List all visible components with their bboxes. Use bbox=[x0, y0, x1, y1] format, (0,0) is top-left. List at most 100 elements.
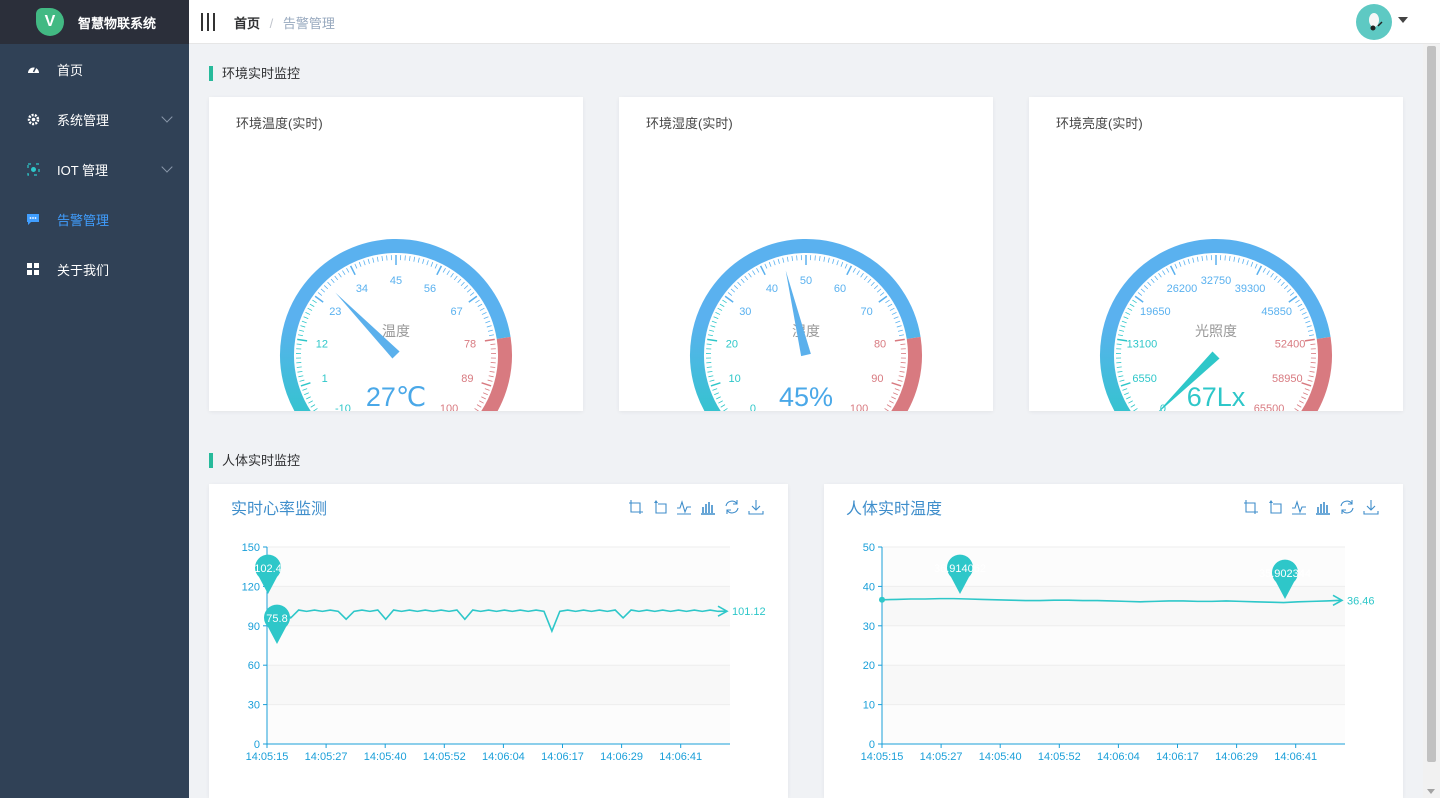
gear-icon bbox=[26, 112, 40, 126]
logo-bar: V 智慧物联系统 bbox=[0, 0, 189, 44]
gauge-tick-label: 89 bbox=[461, 373, 473, 385]
gauge-tick-label: 23 bbox=[329, 306, 341, 318]
y-tick-label: 0 bbox=[254, 739, 260, 751]
x-tick-label: 14:05:27 bbox=[920, 751, 963, 763]
y-tick-label: 150 bbox=[242, 542, 260, 554]
gauge-tick-label: 45850 bbox=[1261, 306, 1292, 318]
x-tick-label: 14:06:04 bbox=[1097, 751, 1140, 763]
gauge-tick-label: 80 bbox=[874, 338, 886, 350]
avatar[interactable] bbox=[1356, 4, 1392, 40]
iot-icon bbox=[26, 162, 40, 176]
x-tick-label: 14:06:29 bbox=[600, 751, 643, 763]
y-tick-label: 20 bbox=[863, 660, 875, 672]
breadcrumb-separator: / bbox=[269, 16, 274, 31]
gauge-tick-label: 65500 bbox=[1254, 403, 1285, 411]
breadcrumb-home[interactable]: 首页 bbox=[234, 16, 260, 31]
env-section-title: 环境实时监控 bbox=[209, 66, 300, 81]
chevron-down-icon bbox=[161, 161, 173, 173]
gauge-tick-label: 0 bbox=[750, 403, 756, 411]
gauge-value: 45% bbox=[779, 382, 833, 411]
gauge-tick-label: 78 bbox=[464, 338, 476, 350]
gauge-tick-label: 70 bbox=[861, 306, 873, 318]
y-tick-label: 0 bbox=[869, 739, 875, 751]
gauge-tick-label: 58950 bbox=[1272, 373, 1303, 385]
header: 首页 / 告警管理 bbox=[189, 0, 1440, 44]
y-tick-label: 90 bbox=[248, 621, 260, 633]
gauge-tick-label: 10 bbox=[729, 373, 741, 385]
body-section-title: 人体实时监控 bbox=[209, 453, 300, 468]
gauge-value: 27℃ bbox=[366, 382, 426, 411]
sidebar-item-3[interactable]: 告警管理 bbox=[0, 194, 189, 244]
sidebar-item-4[interactable]: 关于我们 bbox=[0, 244, 189, 294]
x-tick-label: 14:05:52 bbox=[1038, 751, 1081, 763]
body-temp-chart: 0 10 20 30 40 50 14:05:15 14:05:27 14:05:40 14:05… bbox=[861, 542, 1375, 763]
gauge-tick-label: 6550 bbox=[1132, 373, 1156, 385]
gauge-tick-label: 19650 bbox=[1140, 306, 1171, 318]
gauge-tick-label: 50 bbox=[800, 275, 812, 287]
sidebar-item-2[interactable]: IOT 管理 bbox=[0, 144, 189, 194]
heart-rate-card: 实时心率监测 0 30 60 90 120 150 14:05:15 14:05:27 14:0… bbox=[209, 484, 788, 798]
y-tick-label: 10 bbox=[863, 700, 875, 712]
x-tick-label: 14:06:41 bbox=[1274, 751, 1317, 763]
dashboard-icon bbox=[26, 62, 40, 76]
y-tick-label: 40 bbox=[863, 581, 875, 593]
gauge-tick-label: 1 bbox=[322, 373, 328, 385]
y-tick-label: 30 bbox=[248, 700, 260, 712]
page-scrollbar[interactable] bbox=[1423, 44, 1440, 798]
gauge-tick-label: 45 bbox=[390, 275, 402, 287]
sidebar-menu: 首页系统管理 IOT 管理 告警管理关于我们 bbox=[0, 44, 189, 294]
gauge-tick-label: 30 bbox=[739, 306, 751, 318]
x-tick-label: 14:05:40 bbox=[364, 751, 407, 763]
sidebar-item-1[interactable]: 系统管理 bbox=[0, 94, 189, 144]
gauge-tick-label: 20 bbox=[726, 338, 738, 350]
end-value-label: 101.12 bbox=[732, 606, 766, 618]
x-tick-label: 14:05:27 bbox=[305, 751, 348, 763]
hamburger-icon[interactable] bbox=[201, 13, 215, 31]
gauge-tick-label: 100 bbox=[850, 403, 868, 411]
gauge-name: 光照度 bbox=[1195, 323, 1237, 339]
svg-text:36.914062: 36.914062 bbox=[934, 563, 986, 575]
y-tick-label: 120 bbox=[242, 581, 260, 593]
x-tick-label: 14:06:41 bbox=[659, 751, 702, 763]
breadcrumb-current: 告警管理 bbox=[282, 16, 335, 31]
user-menu-caret-icon[interactable] bbox=[1398, 17, 1408, 23]
brightness-gauge: 0655013100196502620032750393004585052400… bbox=[1100, 239, 1332, 411]
gauge-card-temperature: 环境温度(实时) -10 1 12 23 34 45 56 67 78 89 100 温度 27℃ bbox=[209, 97, 583, 411]
sidebar-item-label: 系统管理 bbox=[57, 112, 110, 128]
gauge-tick-label: 90 bbox=[871, 373, 883, 385]
x-tick-label: 14:05:15 bbox=[246, 751, 289, 763]
gauge-band-high bbox=[891, 336, 922, 411]
body-temp-card: 人体实时温度 0 10 20 30 40 50 14:05:15 14:05:27 14:05:… bbox=[824, 484, 1403, 798]
sidebar: V 智慧物联系统 首页系统管理 IOT 管理 告警管理关于我们 bbox=[0, 0, 189, 798]
chevron-down-icon bbox=[161, 111, 173, 123]
gauge-card-humidity: 环境湿度(实时) 0 10 20 30 40 50 60 70 80 90 100 湿度 45% bbox=[619, 97, 993, 411]
app-title: 智慧物联系统 bbox=[78, 15, 157, 31]
gauge-tick-label: 52400 bbox=[1275, 338, 1306, 350]
gauge-name: 温度 bbox=[382, 323, 410, 339]
humidity-gauge: 0102030405060708090100湿度45% bbox=[690, 239, 922, 411]
scroll-down-icon[interactable] bbox=[1427, 789, 1435, 794]
scrollbar-thumb[interactable] bbox=[1427, 46, 1436, 762]
gauge-tick-label: 39300 bbox=[1235, 283, 1266, 295]
sidebar-item-label: 关于我们 bbox=[57, 262, 110, 278]
sidebar-item-0[interactable]: 首页 bbox=[0, 44, 189, 94]
temperature-gauge: -10 1 12 23 34 45 56 67 78 89 100 温度 27℃ bbox=[280, 239, 512, 411]
gauge-tick-label: 12 bbox=[316, 338, 328, 350]
gauge-band-high bbox=[481, 336, 512, 411]
gauge-tick-label: 60 bbox=[834, 283, 846, 295]
gauge-value: 67Lx bbox=[1187, 382, 1246, 411]
grid-icon bbox=[26, 262, 40, 276]
x-tick-label: 14:06:04 bbox=[482, 751, 525, 763]
gauge-tick-label: 40 bbox=[766, 283, 778, 295]
x-tick-label: 14:05:15 bbox=[861, 751, 904, 763]
y-tick-label: 60 bbox=[248, 660, 260, 672]
gauge-tick-label: 26200 bbox=[1167, 283, 1198, 295]
gauge-tick-label: 32750 bbox=[1201, 275, 1232, 287]
message-icon bbox=[26, 212, 40, 226]
sidebar-item-label: 首页 bbox=[57, 62, 84, 78]
gauge-tick-label: 56 bbox=[424, 283, 436, 295]
y-tick-label: 30 bbox=[863, 621, 875, 633]
x-tick-label: 14:05:52 bbox=[423, 751, 466, 763]
gauge-tick-label: -10 bbox=[335, 403, 351, 411]
heart-rate-chart: 0 30 60 90 120 150 14:05:15 14:05:27 14:05:40 14:… bbox=[242, 542, 766, 763]
